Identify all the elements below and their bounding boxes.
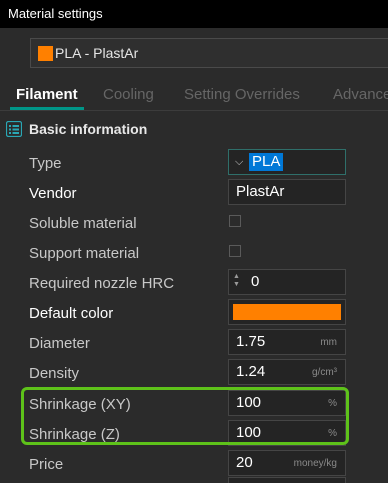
section-title: Basic information <box>29 121 148 137</box>
row-default-color: Default color <box>0 299 388 329</box>
density-unit: g/cm³ <box>312 367 337 378</box>
nozzle-hrc-label: Required nozzle HRC <box>29 275 175 292</box>
spin-arrows-icon[interactable]: ▲ ▼ <box>233 273 243 291</box>
chevron-down-icon: ⌵ <box>235 156 244 168</box>
row-required-nozzle-hrc: Required nozzle HRC ▲ ▼ 0 <box>0 269 388 299</box>
settings-tabs: Filament Cooling Setting Overrides Advan… <box>0 82 388 111</box>
list-icon <box>6 121 22 137</box>
price-value: 20 <box>236 454 253 471</box>
shrinkage-z-value: 100 <box>236 424 262 441</box>
tab-advanced[interactable]: Advanced <box>333 86 388 103</box>
shrinkage-z-unit: % <box>328 428 337 439</box>
row-soluble-material: Soluble material <box>0 209 388 239</box>
support-material-label: Support material <box>29 245 140 262</box>
default-color-label: Default color <box>29 305 114 322</box>
type-value: PLA <box>249 153 284 171</box>
vendor-input[interactable]: PlastAr <box>228 179 346 205</box>
density-label: Density <box>29 365 80 382</box>
row-diameter: Diameter 1.75 mm <box>0 329 388 359</box>
row-shrinkage-xy: Shrinkage (XY) 100 % <box>0 390 388 420</box>
diameter-unit: mm <box>320 337 337 348</box>
preset-dropdown[interactable]: PLA - PlastAr <box>30 38 388 68</box>
diameter-input[interactable]: 1.75 mm <box>228 329 346 355</box>
price-input[interactable]: 20 money/kg <box>228 450 346 476</box>
soluble-material-label: Soluble material <box>29 215 137 232</box>
density-value: 1.24 <box>236 363 266 380</box>
nozzle-hrc-value: 0 <box>251 273 260 290</box>
density-input[interactable]: 1.24 g/cm³ <box>228 359 346 385</box>
row-price: Price 20 money/kg <box>0 450 388 480</box>
type-select[interactable]: ⌵ PLA <box>228 149 346 175</box>
window-title: Material settings <box>8 6 103 21</box>
vendor-label: Vendor <box>29 185 77 202</box>
title-bar: Material settings <box>0 0 388 28</box>
shrinkage-xy-input[interactable]: 100 % <box>228 390 346 416</box>
nozzle-hrc-spinbox[interactable]: ▲ ▼ 0 <box>228 269 346 295</box>
shrinkage-z-label: Shrinkage (Z) <box>29 426 120 443</box>
row-vendor: Vendor PlastAr <box>0 179 388 209</box>
shrinkage-z-input[interactable]: 100 % <box>228 420 346 446</box>
shrinkage-xy-label: Shrinkage (XY) <box>29 396 131 413</box>
diameter-value: 1.75 <box>236 333 266 350</box>
default-color-swatch <box>233 304 341 320</box>
preset-bar: PLA - PlastAr <box>0 28 388 82</box>
diameter-label: Diameter <box>29 335 90 352</box>
tab-cooling[interactable]: Cooling <box>103 86 154 103</box>
soluble-material-checkbox[interactable] <box>229 215 241 227</box>
next-field-partial[interactable] <box>228 477 346 483</box>
shrinkage-xy-value: 100 <box>236 394 262 411</box>
vendor-value: PlastAr <box>236 183 285 200</box>
active-tab-indicator <box>10 107 84 110</box>
section-basic-information: Basic information <box>0 118 388 142</box>
row-density: Density 1.24 g/cm³ <box>0 359 388 389</box>
row-shrinkage-z: Shrinkage (Z) 100 % <box>0 420 388 450</box>
row-support-material: Support material <box>0 239 388 269</box>
preset-color-swatch <box>38 46 53 61</box>
tab-setting-overrides[interactable]: Setting Overrides <box>184 86 300 103</box>
preset-name: PLA - PlastAr <box>55 45 139 61</box>
tab-filament[interactable]: Filament <box>16 86 78 103</box>
row-type: Type ⌵ PLA <box>0 149 388 179</box>
price-label: Price <box>29 456 64 473</box>
type-label: Type <box>29 155 62 172</box>
default-color-picker[interactable] <box>228 299 346 325</box>
shrinkage-xy-unit: % <box>328 398 337 409</box>
price-unit: money/kg <box>293 458 337 469</box>
support-material-checkbox[interactable] <box>229 245 241 257</box>
material-settings-window: Material settings PLA - PlastAr Filament… <box>0 0 388 483</box>
